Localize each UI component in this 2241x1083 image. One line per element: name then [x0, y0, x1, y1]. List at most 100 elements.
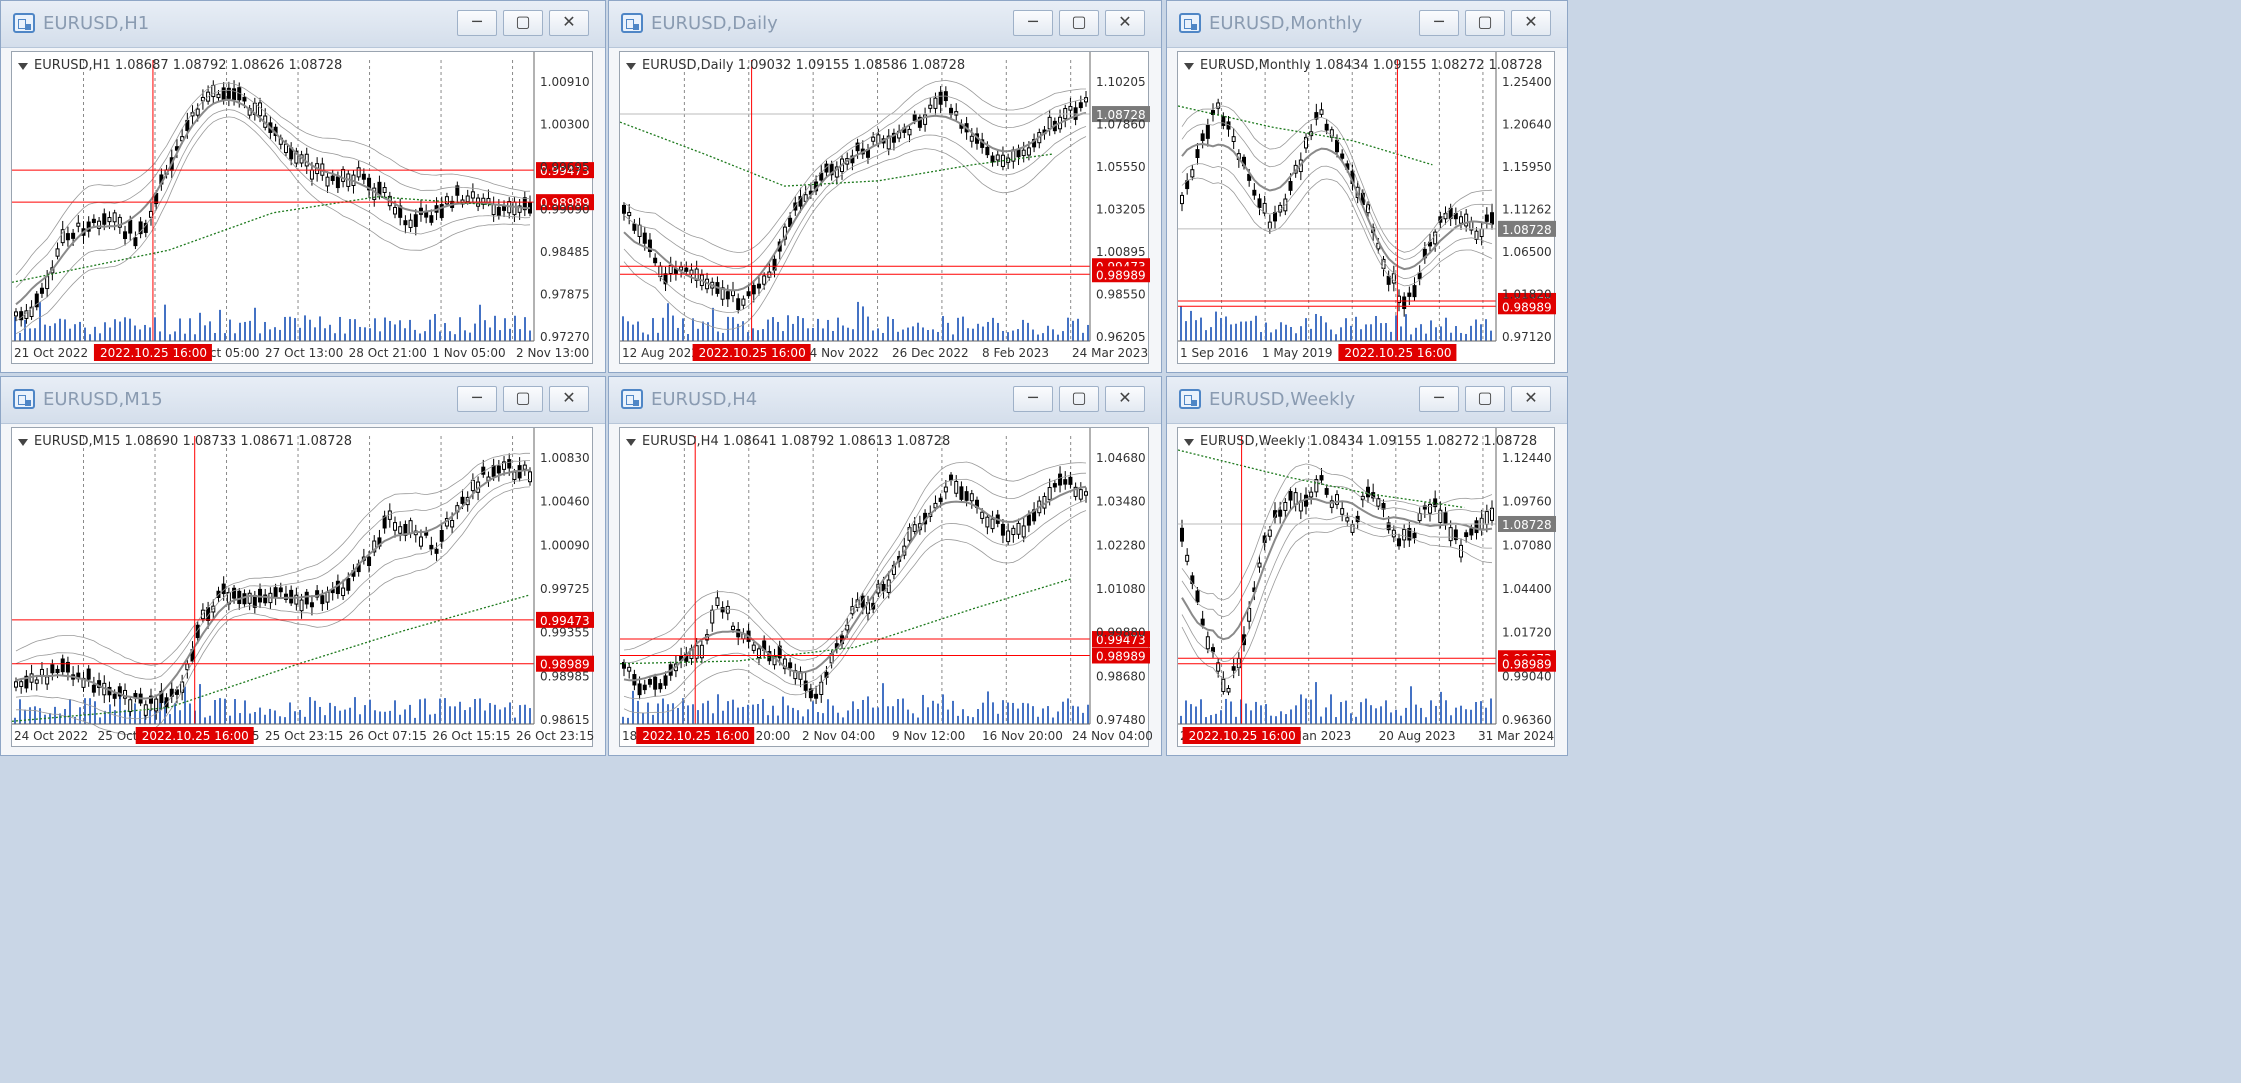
- volume-bar: [374, 318, 376, 341]
- price-chart[interactable]: 0.994730.989891.009101.003000.996950.990…: [12, 52, 596, 367]
- y-tick-label: 1.07080: [1502, 538, 1552, 552]
- chart-menu-triangle-icon[interactable]: [1184, 439, 1194, 446]
- candle: [1448, 527, 1453, 542]
- chart-window-monthly[interactable]: EURUSD,Monthly─▢✕0.994730.989891.087281.…: [1166, 0, 1568, 373]
- volume-bar: [449, 706, 451, 724]
- y-tick-label: 1.12440: [1502, 451, 1552, 465]
- chart-menu-triangle-icon[interactable]: [18, 439, 28, 446]
- close-button[interactable]: ✕: [549, 386, 589, 412]
- volume-bar: [24, 709, 26, 724]
- volume-bar: [1185, 321, 1187, 341]
- chart-area[interactable]: 0.99473 0.98989 1.00830 1.00460 1.00090 0.997…: [11, 427, 596, 750]
- restore-button[interactable]: ▢: [503, 386, 543, 412]
- window-titlebar[interactable]: EURUSD,H4 ─ ▢ ✕: [609, 377, 1161, 424]
- window-titlebar[interactable]: EURUSD,M15 ─ ▢ ✕: [1, 377, 605, 424]
- window-titlebar[interactable]: EURUSD,H1 ─ ▢ ✕: [1, 1, 605, 48]
- y-tick-label: 1.00300: [540, 118, 590, 132]
- volume-bar: [962, 709, 964, 724]
- minimize-button[interactable]: ─: [1419, 386, 1459, 412]
- close-button[interactable]: ✕: [1511, 10, 1551, 36]
- volume-bar: [519, 705, 521, 724]
- volume-bar: [304, 315, 306, 341]
- chart-area[interactable]: 0.994730.989891.087281.254001.206401.159…: [1177, 51, 1558, 367]
- chart-area[interactable]: 0.99473 0.98989 1.00910 1.00300 0.99695 0.990…: [11, 51, 596, 367]
- x-tick-label: 27 Oct 13:00: [265, 346, 343, 360]
- volume-bar: [174, 331, 176, 341]
- minimize-button[interactable]: ─: [1013, 10, 1053, 36]
- chart-area[interactable]: 0.99473 0.98989 1.04680 1.03480 1.02280 1.010…: [619, 427, 1152, 750]
- chart-window-m15[interactable]: EURUSD,M15 ─ ▢ ✕ 0.99473 0.98989 1.00830 1.0046…: [0, 376, 606, 756]
- chart-window-h1[interactable]: EURUSD,H1 ─ ▢ ✕ 0.99473 0.98989 1.00910 1.00300…: [0, 0, 606, 373]
- chart-window-daily[interactable]: EURUSD,Daily─▢✕0.994730.989891.087281.10…: [608, 0, 1162, 373]
- window-title: EURUSD,M15: [43, 389, 163, 410]
- candle: [1021, 149, 1026, 157]
- price-chart[interactable]: 0.994730.989891.087281.102051.078601.055…: [620, 52, 1152, 367]
- candle: [403, 220, 408, 226]
- window-titlebar[interactable]: EURUSD,Monthly ─ ▢ ✕: [1167, 1, 1567, 48]
- price-chart[interactable]: 0.994730.989891.008301.004601.000900.997…: [12, 428, 596, 750]
- volume-bar: [997, 713, 999, 724]
- minimize-button[interactable]: ─: [457, 386, 497, 412]
- volume-bar: [1195, 320, 1197, 341]
- volume-bar: [1425, 717, 1427, 724]
- volume-bar: [414, 717, 416, 724]
- candle: [91, 218, 96, 224]
- restore-button[interactable]: ▢: [1059, 386, 1099, 412]
- restore-button[interactable]: ▢: [1465, 10, 1505, 36]
- chart-menu-triangle-icon[interactable]: [1184, 63, 1194, 70]
- chart-menu-triangle-icon[interactable]: [626, 63, 636, 70]
- volume-bar: [1365, 324, 1367, 341]
- chart-area[interactable]: 0.994730.989891.087281.102051.078601.055…: [619, 51, 1152, 367]
- volume-bar: [762, 329, 764, 341]
- volume-bar: [912, 713, 914, 724]
- restore-button[interactable]: ▢: [503, 10, 543, 36]
- level-price-label: 0.98989: [1502, 300, 1552, 314]
- minimize-button[interactable]: ─: [1013, 386, 1053, 412]
- volume-bar: [359, 714, 361, 724]
- price-chart[interactable]: 0.994730.989891.046801.034801.022801.010…: [620, 428, 1152, 750]
- price-chart[interactable]: 0.994730.989891.087281.254001.206401.159…: [1178, 52, 1558, 367]
- candle: [211, 84, 216, 98]
- volume-bar: [224, 333, 226, 341]
- volume-bar: [782, 696, 784, 724]
- minimize-button[interactable]: ─: [1419, 10, 1459, 36]
- close-button[interactable]: ✕: [1511, 386, 1551, 412]
- close-button[interactable]: ✕: [1105, 386, 1145, 412]
- chart-area[interactable]: 0.994730.989891.087281.124401.097601.070…: [1177, 427, 1558, 750]
- close-button[interactable]: ✕: [1105, 10, 1145, 36]
- close-icon: ✕: [1524, 388, 1538, 407]
- volume-bar: [219, 309, 221, 341]
- candle: [1402, 528, 1407, 541]
- chart-window-h4[interactable]: EURUSD,H4 ─ ▢ ✕ 0.99473 0.98989 1.04680 1.03480…: [608, 376, 1162, 756]
- volume-bar: [1215, 713, 1217, 724]
- y-tick-label: 1.04680: [1096, 451, 1146, 465]
- volume-bar: [827, 319, 829, 341]
- minimize-button[interactable]: ─: [457, 10, 497, 36]
- candle: [1397, 295, 1401, 304]
- volume-bar: [244, 700, 246, 724]
- x-tick-label: 14 Nov 2022: [802, 346, 879, 360]
- x-tick-label: 24 Mar 2023: [1072, 346, 1148, 360]
- chart-menu-triangle-icon[interactable]: [18, 63, 28, 70]
- window-titlebar[interactable]: EURUSD,Weekly ─ ▢ ✕: [1167, 377, 1567, 424]
- y-tick-label: 0.99695: [540, 160, 590, 174]
- volume-bar: [852, 329, 854, 341]
- volume-bar: [1490, 698, 1492, 724]
- volume-bar: [259, 707, 261, 724]
- volume-bar: [1345, 700, 1347, 724]
- volume-bar: [1032, 329, 1034, 341]
- candle: [1412, 285, 1417, 298]
- volume-bar: [642, 332, 644, 341]
- candle: [1185, 554, 1190, 562]
- restore-button[interactable]: ▢: [1059, 10, 1099, 36]
- price-chart[interactable]: 0.994730.989891.087281.124401.097601.070…: [1178, 428, 1558, 750]
- restore-button[interactable]: ▢: [1465, 386, 1505, 412]
- volume-bar: [1395, 709, 1397, 724]
- window-titlebar[interactable]: EURUSD,Daily ─ ▢ ✕: [609, 1, 1161, 48]
- chart-window-weekly[interactable]: EURUSD,Weekly─▢✕0.994730.989891.087281.1…: [1166, 376, 1568, 756]
- candle: [1226, 687, 1231, 693]
- candle: [398, 526, 403, 534]
- chart-menu-triangle-icon[interactable]: [626, 439, 636, 446]
- volume-bar: [1390, 331, 1392, 341]
- close-button[interactable]: ✕: [549, 10, 589, 36]
